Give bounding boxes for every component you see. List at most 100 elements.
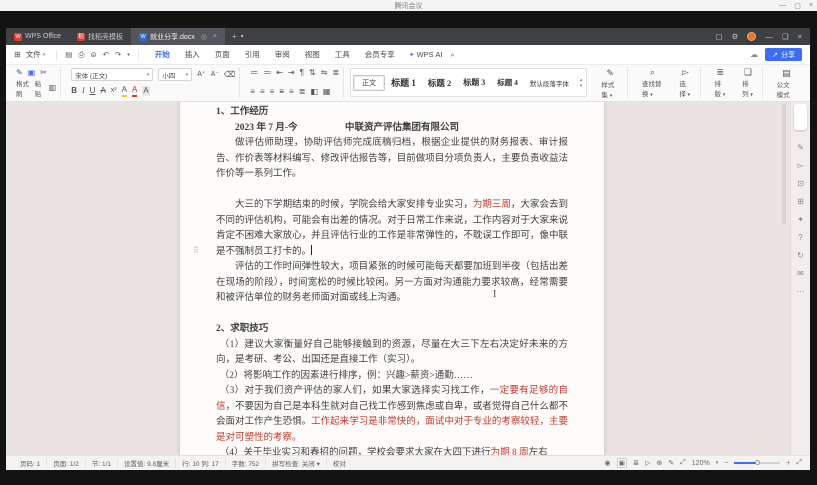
paragraph-layout-icon[interactable]: ≣ [299, 87, 306, 97]
vertical-scrollbar[interactable] [782, 104, 786, 224]
template-icon[interactable]: ⊞ [797, 192, 804, 210]
meeting-maximize-icon[interactable]: ▢ [794, 2, 801, 10]
select-button[interactable]: ▻ 选择 ▾ [675, 67, 695, 98]
paragraph[interactable]: 大三的下学期结束的时候，学院会给大家安排专业实习，为期三周，大家会去到不同的评估… [216, 198, 568, 260]
select-cursor-icon[interactable]: ▻ [797, 156, 803, 174]
clear-format-icon[interactable]: ⌫ [224, 70, 235, 80]
status-item-2[interactable]: 页面: 1/2 [47, 458, 86, 468]
new-window-icon[interactable]: ▢ [716, 32, 723, 41]
tab-close-icon[interactable]: × [213, 33, 217, 40]
user-avatar[interactable] [747, 32, 756, 41]
zoom-level-value[interactable]: 120% [692, 460, 710, 467]
superscript-icon[interactable]: x² [111, 86, 117, 96]
font-size-combo[interactable]: 小四 ▾ [158, 68, 192, 81]
line-spacing-icon[interactable]: ⇅ [309, 68, 316, 78]
cloud-sync-icon[interactable]: ☁ [750, 50, 758, 59]
undo-icon[interactable]: ↶ [103, 50, 109, 59]
style-chip-1[interactable]: 正文 [353, 75, 385, 91]
document-page[interactable]: 1、工作经历2023 年 7 月-今 中联资产评估集团有限公司做评估师助理，协助… [180, 102, 604, 455]
paragraph-drag-handle[interactable]: ⠿ [193, 246, 199, 255]
outline-view-icon[interactable]: ≣ [633, 459, 639, 467]
zoom-in-icon[interactable]: + [786, 460, 790, 467]
italic-icon[interactable]: I [82, 86, 85, 96]
shading-icon[interactable]: ◧ [310, 87, 318, 97]
fullscreen-icon[interactable]: ⤢ [796, 459, 802, 467]
document-tab[interactable]: WWPS Office [6, 28, 69, 45]
tools-icon[interactable]: ✦ [797, 210, 804, 228]
format-painter-button[interactable]: ✎ [16, 68, 23, 78]
format-painter-label[interactable]: 格式刷 [16, 78, 30, 98]
border-icon[interactable]: ▦ [323, 87, 331, 97]
paragraph[interactable]: 1、工作经历 [216, 105, 568, 121]
font-color-icon[interactable]: A [132, 85, 137, 97]
status-item-5[interactable]: 行: 10 列: 17 [176, 458, 226, 468]
help-icon[interactable]: ? [798, 228, 802, 246]
save-icon[interactable]: ▤ [65, 50, 72, 59]
ribbon-tab-审阅[interactable]: 审阅 [275, 49, 290, 60]
tab-sync-status-icon[interactable]: ◎ [201, 33, 207, 41]
redo-icon[interactable]: ↷ [115, 50, 121, 59]
paragraph-mark-icon[interactable]: ¶ [300, 68, 304, 78]
sort-icon[interactable]: ≣ [332, 68, 339, 78]
status-item-3[interactable]: 节: 1/1 [86, 458, 118, 468]
fit-page-icon[interactable]: ⤢ [680, 459, 686, 467]
zoom-caret-icon[interactable]: ▾ [716, 460, 719, 466]
bold-icon[interactable]: B [71, 86, 77, 96]
zoom-slider-knob[interactable] [755, 460, 760, 465]
ribbon-tab-引用[interactable]: 引用 [245, 49, 260, 60]
status-item-1[interactable]: 页码: 1 [14, 458, 47, 468]
increase-font-icon[interactable]: A⁺ [197, 70, 205, 80]
strikethrough-icon[interactable]: A [100, 86, 105, 96]
print-icon[interactable]: ⎙ [78, 50, 84, 60]
arrange-button[interactable]: ❏ 排列 ▾ [738, 67, 758, 98]
decrease-indent-icon[interactable]: ⇤ [276, 68, 283, 78]
highlight-color-icon[interactable]: A [122, 85, 127, 97]
ribbon-tab-页面[interactable]: 页面 [215, 49, 230, 60]
wps-ai-button[interactable]: ✦ WPS AI [409, 50, 443, 59]
read-mode-icon[interactable]: ▷ [645, 459, 650, 467]
zoom-slider[interactable] [734, 462, 780, 464]
paragraph[interactable]: （4）关于毕业实习和春招的问题，学校会要求大家在大四下进行为期 8 周左右 [216, 446, 568, 455]
paragraph[interactable]: （1）建议大家衡量好自己能够接触到的资源，尽量在大三下左右决定好未来的方向，是考… [216, 338, 568, 369]
paragraph[interactable] [216, 307, 568, 323]
paragraph[interactable]: 评估的工作时间弹性较大，项目紧张的时候可能每天都要加班到半夜（包括出差在现场的阶… [216, 260, 568, 307]
wps-minimize-icon[interactable]: — [765, 32, 773, 41]
align-left-icon[interactable]: ≡ [250, 87, 255, 97]
style-chip-3[interactable]: 标题 2 [422, 77, 457, 89]
paragraph[interactable]: 做评估师助理，协助评估师完成底稿归档，根据企业提供的财务报表、审计报告、作价表等… [216, 136, 568, 183]
quick-access-caret-icon[interactable]: ▾ [127, 52, 130, 58]
ribbon-tab-工具[interactable]: 工具 [335, 49, 350, 60]
copy-icon[interactable]: ▥ [49, 83, 57, 93]
paragraph[interactable]: 2、求职技巧 [216, 322, 568, 338]
ai-panel-card[interactable] [794, 104, 807, 130]
stamp-icon[interactable]: ⊡ [797, 174, 804, 192]
style-chip-2[interactable]: 标题 1 [385, 76, 422, 89]
settings-gear-icon[interactable]: ⚙ [732, 32, 739, 41]
distribute-icon[interactable]: ≡ [289, 87, 294, 97]
status-item-6[interactable]: 字数: 752 [226, 458, 266, 468]
decrease-font-icon[interactable]: A⁻ [211, 70, 219, 80]
cjk-layout-icon[interactable]: ⇋ [321, 68, 328, 78]
document-tab[interactable]: W就业分享.docx◎× [131, 28, 225, 45]
style-chip-5[interactable]: 标题 4 [491, 77, 524, 88]
print-preview-icon[interactable]: ⊜ [90, 50, 96, 59]
ribbon-search-icon[interactable]: ⌕ [450, 50, 454, 60]
find-replace-button[interactable]: ⌕ 查找替换 ▾ [638, 67, 667, 98]
paragraph[interactable]: （2）将影响工作的因素进行排序，例：兴趣>薪资>通勤…… [216, 369, 568, 385]
share-button[interactable]: ↗ 分享 [765, 48, 802, 61]
typeset-button[interactable]: ≣ 排版 ▾ [711, 67, 731, 98]
char-shading-icon[interactable]: A [142, 86, 149, 96]
new-tab-icon[interactable]: + [232, 32, 237, 41]
paste-label[interactable]: 粘贴 [35, 78, 44, 98]
edit-pen-icon[interactable]: ✎ [797, 138, 804, 156]
comment-icon[interactable]: ✉ [797, 264, 804, 282]
align-right-icon[interactable]: ≡ [270, 87, 275, 97]
justify-icon[interactable]: ≡ [279, 87, 284, 97]
more-icon[interactable]: ⋯ [797, 282, 805, 300]
numbering-icon[interactable]: ≕ [263, 68, 271, 78]
wps-restore-icon[interactable]: ❏ [782, 32, 789, 41]
document-tab[interactable]: 稻找稻壳模板 [69, 28, 131, 45]
wps-close-icon[interactable]: × [798, 32, 802, 41]
zoom-out-icon[interactable]: − [724, 460, 728, 467]
paragraph[interactable]: 2023 年 7 月-今 中联资产评估集团有限公司 [216, 121, 568, 137]
